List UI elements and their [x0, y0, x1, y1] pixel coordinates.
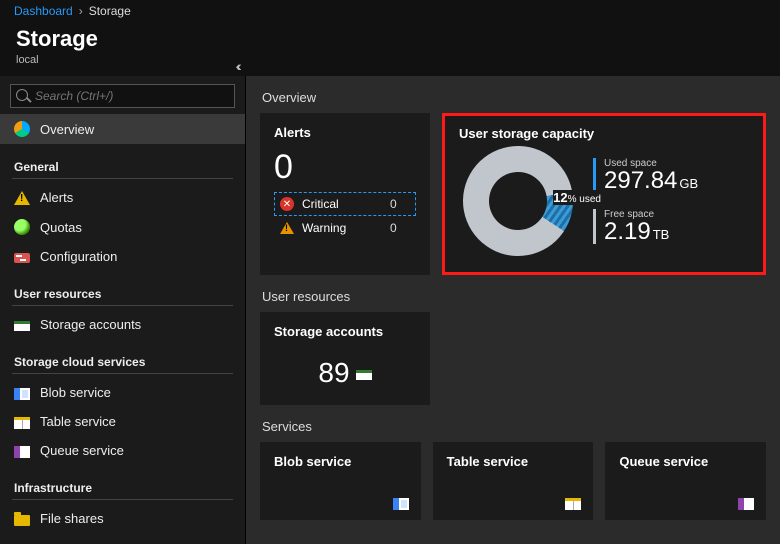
collapse-sidebar-icon[interactable]: ‹‹: [229, 54, 245, 78]
sidebar-group-title: User resources: [12, 277, 233, 306]
sidebar-item-blob-service[interactable]: Blob service: [0, 378, 245, 407]
sidebar-item-configuration[interactable]: Configuration: [0, 242, 245, 271]
sidebar-item-label: Blob service: [40, 385, 111, 400]
sidebar-group-title: General: [12, 150, 233, 179]
storage-accounts-value: 89: [318, 357, 349, 389]
service-title: Queue service: [619, 454, 752, 469]
alert-row-critical[interactable]: ✕ Critical 0: [274, 192, 416, 216]
section-title-overview: Overview: [262, 90, 764, 105]
search-input[interactable]: [10, 84, 235, 108]
service-card-blob-service[interactable]: Blob service: [260, 442, 421, 520]
search-icon: [16, 89, 28, 101]
storage-accounts-title: Storage accounts: [274, 324, 416, 339]
sidebar-item-storage-accounts[interactable]: Storage accounts: [0, 310, 245, 339]
alerts-title: Alerts: [274, 125, 416, 140]
overview-icon: [14, 121, 30, 137]
sidebar-item-table-service[interactable]: Table service: [0, 407, 245, 436]
donut-percent-label: 12% used: [553, 190, 601, 205]
capacity-title: User storage capacity: [459, 126, 594, 141]
sidebar-item-label: Overview: [40, 122, 94, 137]
queue-icon: [738, 498, 754, 510]
alerts-total: 0: [274, 150, 416, 184]
config-icon: [14, 253, 30, 263]
queue-icon: [14, 446, 30, 458]
sidebar-item-label: Alerts: [40, 190, 73, 205]
alerts-card[interactable]: Alerts 0 ✕ Critical 0 Warning 0: [260, 113, 430, 275]
critical-icon: ✕: [280, 197, 294, 211]
sidebar-item-alerts[interactable]: Alerts: [0, 183, 245, 212]
breadcrumb-separator: ›: [79, 4, 83, 18]
main-content: Overview Alerts 0 ✕ Critical 0 Warning 0…: [246, 76, 780, 544]
sidebar-item-overview[interactable]: Overview: [0, 114, 245, 144]
sidebar-item-queue-service[interactable]: Queue service: [0, 436, 245, 465]
storage-account-icon: [356, 370, 372, 380]
page-subtitle: local: [16, 54, 764, 66]
alert-row-warning[interactable]: Warning 0: [274, 216, 416, 240]
section-title-user-resources: User resources: [262, 289, 764, 304]
service-card-table-service[interactable]: Table service: [433, 442, 594, 520]
capacity-donut: 12% used: [463, 146, 573, 256]
sidebar-item-label: Storage accounts: [40, 317, 141, 332]
sidebar-item-label: Table service: [40, 414, 116, 429]
storage-acct-icon: [14, 321, 30, 331]
sidebar-group-title: Storage cloud services: [12, 345, 233, 374]
blob-icon: [14, 388, 30, 400]
sidebar-item-quotas[interactable]: Quotas: [0, 212, 245, 242]
breadcrumb: Dashboard › Storage: [0, 0, 780, 22]
table-icon: [14, 417, 30, 429]
page-header: Storage local: [0, 22, 780, 76]
folder-icon: [14, 515, 30, 526]
page-title: Storage: [16, 26, 764, 52]
alert-icon: [14, 191, 30, 205]
service-card-queue-service[interactable]: Queue service: [605, 442, 766, 520]
sidebar-item-label: Configuration: [40, 249, 117, 264]
service-title: Blob service: [274, 454, 407, 469]
stat-used: Used space 297.84GB: [593, 158, 698, 193]
storage-accounts-card[interactable]: Storage accounts 89: [260, 312, 430, 405]
sidebar: ‹‹ Overview GeneralAlertsQuotasConfigura…: [0, 76, 246, 544]
alert-value: 0: [390, 221, 410, 235]
sidebar-item-label: Queue service: [40, 443, 124, 458]
capacity-card[interactable]: User storage capacity 12% used Used spac…: [442, 113, 766, 275]
sidebar-item-label: File shares: [40, 511, 104, 526]
sidebar-item-label: Quotas: [40, 220, 82, 235]
breadcrumb-root[interactable]: Dashboard: [14, 4, 73, 18]
breadcrumb-current: Storage: [89, 4, 131, 18]
alert-label: Critical: [302, 197, 382, 211]
service-title: Table service: [447, 454, 580, 469]
table-icon: [565, 498, 581, 510]
section-title-services: Services: [262, 419, 764, 434]
blob-icon: [393, 498, 409, 510]
stat-free: Free space 2.19TB: [593, 209, 698, 244]
warning-icon: [280, 222, 294, 234]
alert-label: Warning: [302, 221, 382, 235]
sidebar-item-file-shares[interactable]: File shares: [0, 504, 245, 533]
alert-value: 0: [390, 197, 410, 211]
sidebar-group-title: Infrastructure: [12, 471, 233, 500]
quota-icon: [14, 219, 30, 235]
